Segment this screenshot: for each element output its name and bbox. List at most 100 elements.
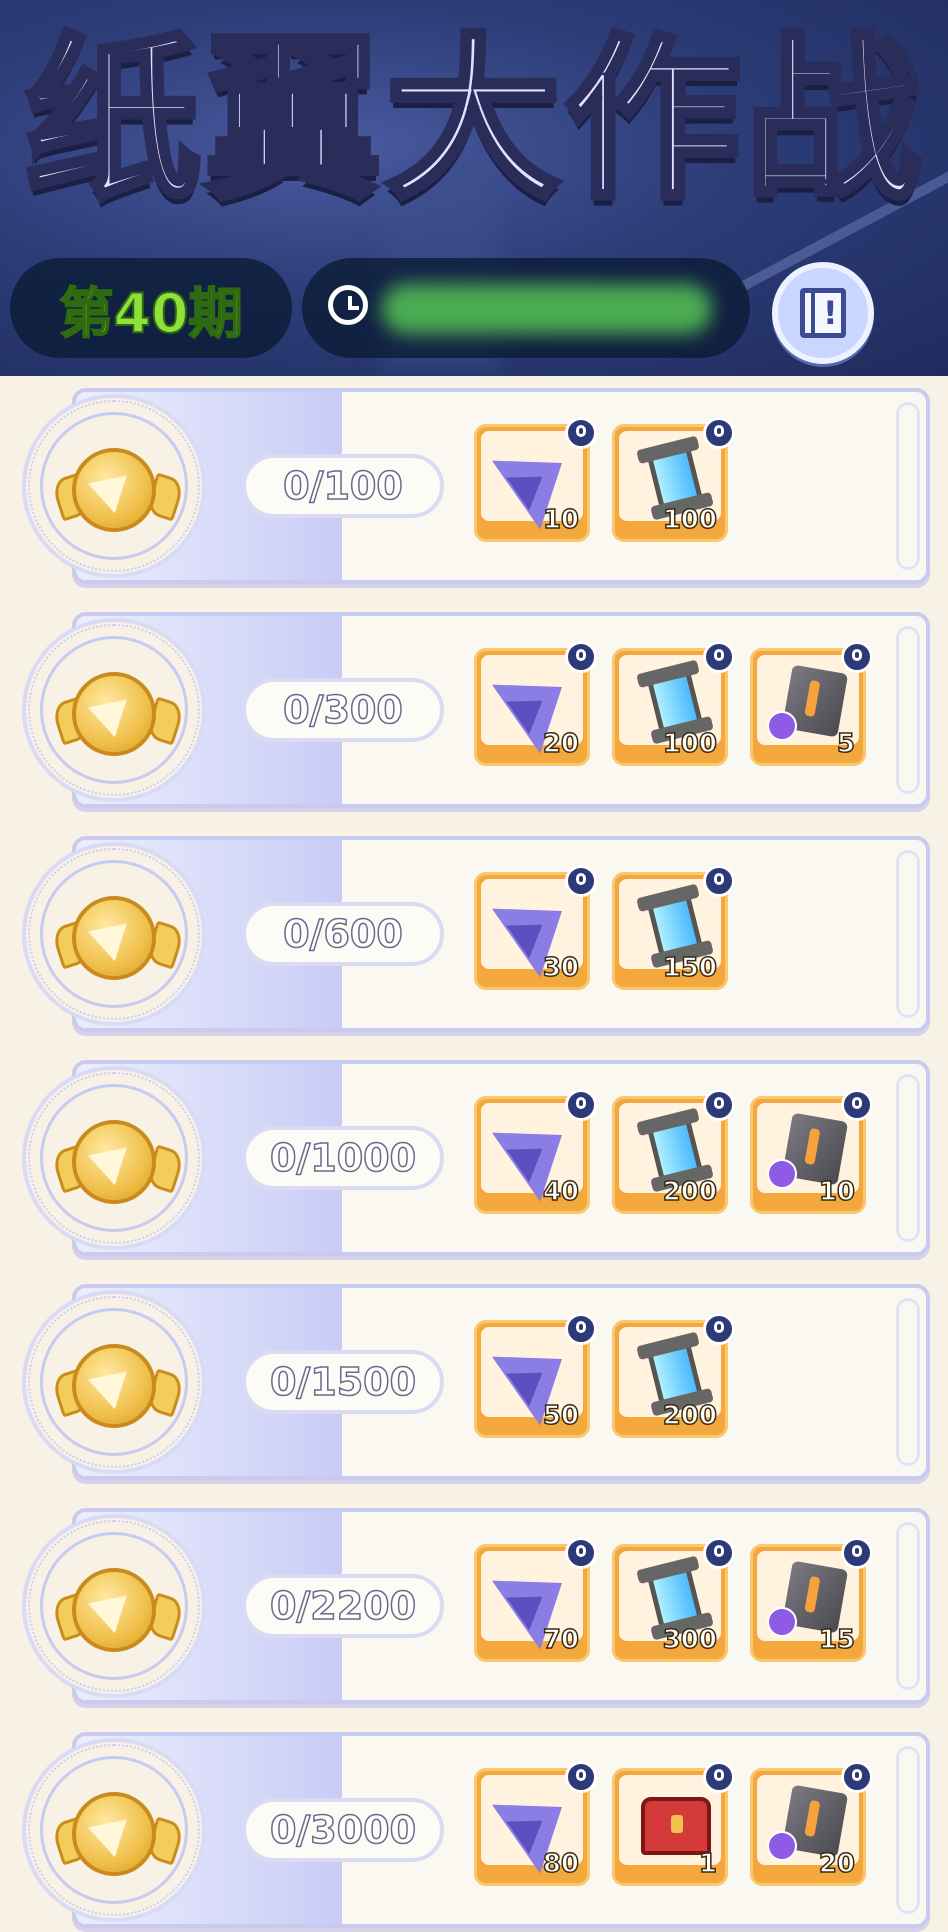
reward-item[interactable]: 200 xyxy=(612,1089,735,1214)
reward-item[interactable]: 5 xyxy=(750,641,873,766)
lock-icon xyxy=(565,641,597,673)
tier-progress: 0/300 xyxy=(242,678,444,742)
medal-badge xyxy=(22,1514,206,1698)
energy-tube-icon xyxy=(646,666,704,738)
energy-tube-icon xyxy=(646,442,704,514)
reward-item[interactable]: 70 xyxy=(474,1537,597,1662)
tier-progress: 0/600 xyxy=(242,902,444,966)
paper-plane-emblem-icon xyxy=(87,1580,141,1634)
tier-progress: 0/1000 xyxy=(242,1126,444,1190)
reward-quantity: 70 xyxy=(542,1624,580,1656)
reward-tier-row: 0/3000 80 1 20 xyxy=(0,1732,948,1928)
reward-quantity: 1 xyxy=(698,1848,718,1880)
energy-tube-icon xyxy=(646,1562,704,1634)
reward-item[interactable]: 300 xyxy=(612,1537,735,1662)
reward-quantity: 100 xyxy=(662,728,718,760)
reward-item[interactable]: 1 xyxy=(612,1761,735,1886)
medal-badge xyxy=(22,1066,206,1250)
reward-tier-row: 0/1000 40 200 10 xyxy=(0,1060,948,1256)
reward-items: 70 300 15 xyxy=(474,1537,873,1664)
lock-icon xyxy=(565,417,597,449)
reward-items: 80 1 20 xyxy=(474,1761,873,1888)
reward-item[interactable]: 80 xyxy=(474,1761,597,1886)
medal-badge xyxy=(22,842,206,1026)
event-title: 纸翼大作战 xyxy=(22,15,925,226)
rules-book-icon: ! xyxy=(800,288,846,338)
reward-items: 40 200 10 xyxy=(474,1089,873,1216)
tier-progress: 0/2200 xyxy=(242,1574,444,1638)
lock-icon xyxy=(565,1313,597,1345)
card-ornament xyxy=(896,402,920,570)
reward-tier-row: 0/1500 50 200 xyxy=(0,1284,948,1480)
swirl-icon xyxy=(767,711,797,741)
gold-medal-icon xyxy=(72,896,156,980)
reward-quantity: 20 xyxy=(542,728,580,760)
reward-item[interactable]: 40 xyxy=(474,1089,597,1214)
reward-item[interactable]: 20 xyxy=(750,1761,873,1886)
reward-items: 50 200 xyxy=(474,1313,735,1440)
reward-tier-row: 0/100 10 100 xyxy=(0,388,948,584)
card-ornament xyxy=(896,1746,920,1914)
reward-quantity: 30 xyxy=(542,952,580,984)
gold-medal-icon xyxy=(72,1344,156,1428)
energy-tube-icon xyxy=(646,1114,704,1186)
reward-quantity: 40 xyxy=(542,1176,580,1208)
reward-item[interactable]: 50 xyxy=(474,1313,597,1438)
energy-tube-icon xyxy=(646,1338,704,1410)
paper-plane-emblem-icon xyxy=(87,1804,141,1858)
reward-item[interactable]: 150 xyxy=(612,865,735,990)
lock-icon xyxy=(703,1089,735,1121)
lock-icon xyxy=(565,1089,597,1121)
gold-medal-icon xyxy=(72,448,156,532)
issue-label: 第40期 xyxy=(58,281,243,346)
reward-items: 20 100 5 xyxy=(474,641,873,768)
treasure-chest-icon xyxy=(641,1797,711,1855)
reward-quantity: 15 xyxy=(818,1624,856,1656)
reward-quantity: 5 xyxy=(836,728,856,760)
issue-pill: 第40期 xyxy=(10,258,292,358)
swirl-icon xyxy=(767,1159,797,1189)
reward-item[interactable]: 200 xyxy=(612,1313,735,1438)
card-ornament xyxy=(896,850,920,1018)
reward-item[interactable]: 10 xyxy=(474,417,597,542)
medal-badge xyxy=(22,1738,206,1922)
reward-quantity: 10 xyxy=(818,1176,856,1208)
gold-medal-icon xyxy=(72,1792,156,1876)
reward-item[interactable]: 100 xyxy=(612,417,735,542)
reward-tier-row: 0/300 20 100 5 xyxy=(0,612,948,808)
reward-item[interactable]: 10 xyxy=(750,1089,873,1214)
header-banner: 纸翼大作战 第40期 ! xyxy=(0,0,948,376)
paper-plane-emblem-icon xyxy=(87,1132,141,1186)
reward-item[interactable]: 15 xyxy=(750,1537,873,1662)
card-ornament xyxy=(896,1298,920,1466)
lock-icon xyxy=(565,865,597,897)
rules-button[interactable]: ! xyxy=(772,262,874,364)
lock-icon xyxy=(703,1537,735,1569)
reward-item[interactable]: 20 xyxy=(474,641,597,766)
paper-plane-emblem-icon xyxy=(87,908,141,962)
tier-progress: 0/3000 xyxy=(242,1798,444,1862)
gold-medal-icon xyxy=(72,1568,156,1652)
reward-item[interactable]: 30 xyxy=(474,865,597,990)
paper-plane-emblem-icon xyxy=(87,460,141,514)
card-ornament xyxy=(896,626,920,794)
lock-icon xyxy=(703,1761,735,1793)
lock-icon xyxy=(841,641,873,673)
lock-icon xyxy=(565,1537,597,1569)
tier-progress: 0/100 xyxy=(242,454,444,518)
reward-quantity: 10 xyxy=(542,504,580,536)
reward-quantity: 300 xyxy=(662,1624,718,1656)
reward-quantity: 80 xyxy=(542,1848,580,1880)
reward-quantity: 200 xyxy=(662,1400,718,1432)
reward-quantity: 100 xyxy=(662,504,718,536)
gold-medal-icon xyxy=(72,1120,156,1204)
lock-icon xyxy=(703,1313,735,1345)
countdown-text-redacted xyxy=(382,284,712,334)
reward-quantity: 20 xyxy=(818,1848,856,1880)
swirl-icon xyxy=(767,1607,797,1637)
countdown-pill xyxy=(302,258,750,358)
reward-item[interactable]: 100 xyxy=(612,641,735,766)
lock-icon xyxy=(703,641,735,673)
card-ornament xyxy=(896,1522,920,1690)
medal-badge xyxy=(22,394,206,578)
